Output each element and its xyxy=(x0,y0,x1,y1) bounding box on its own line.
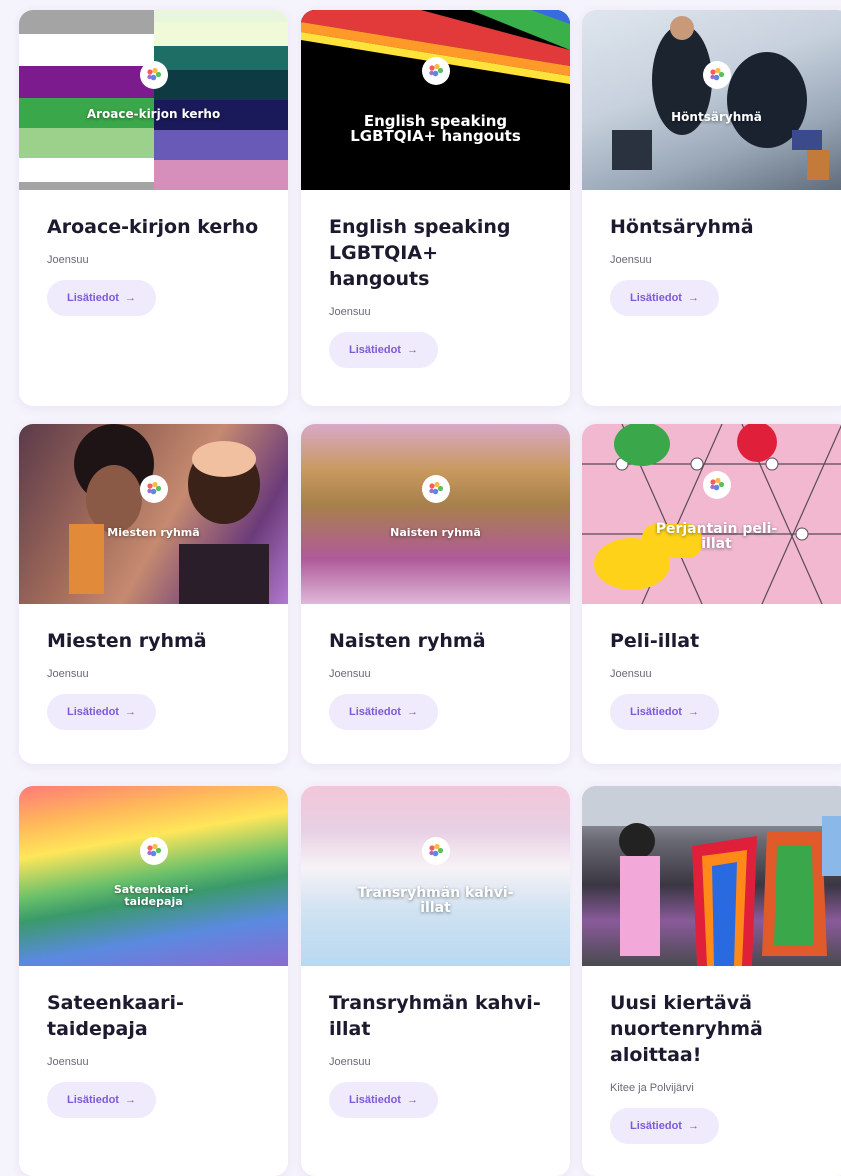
rainbow-hand-logo-icon xyxy=(139,836,168,865)
image-overlay-text: Sateenkaari-taidepaja xyxy=(113,883,194,908)
card-title[interactable]: English speaking LGBTQIA+ hangouts xyxy=(329,214,542,292)
more-info-button[interactable]: Lisätiedot → xyxy=(610,694,719,730)
button-label: Lisätiedot xyxy=(630,1120,682,1132)
image-overlay-text: Transryhmän kahvi-illat xyxy=(357,885,514,916)
card-image: Perjantain peli-illat xyxy=(582,424,841,604)
event-card-naisten[interactable]: Naisten ryhmä Naisten ryhmä Joensuu Lisä… xyxy=(301,424,570,764)
more-info-button[interactable]: Lisätiedot → xyxy=(329,694,438,730)
event-card-english[interactable]: English speaking LGBTQIA+ hangouts Engli… xyxy=(301,10,570,406)
photo-pride-crowd xyxy=(582,786,841,966)
card-title[interactable]: Sateenkaari-taidepaja xyxy=(47,990,260,1042)
card-title[interactable]: Uusi kiertävä nuortenryhmä aloittaa! xyxy=(610,990,823,1068)
card-title[interactable]: Miesten ryhmä xyxy=(47,628,260,654)
button-label: Lisätiedot xyxy=(67,1094,119,1106)
photo-two-men xyxy=(69,424,269,604)
event-card-aroace[interactable]: Aroace-kirjon kerho Aroace-kirjon kerho … xyxy=(19,10,288,406)
card-image: Höntsäryhmä xyxy=(582,10,841,190)
card-title[interactable]: Transryhmän kahvi-illat xyxy=(329,990,542,1042)
rainbow-hand-logo-icon xyxy=(139,60,168,89)
event-card-uusi[interactable]: Uusi kiertävä nuortenryhmä aloittaa! Kit… xyxy=(582,786,841,1176)
card-image xyxy=(582,786,841,966)
card-location: Joensuu xyxy=(329,668,371,680)
card-image: Aroace-kirjon kerho xyxy=(19,10,288,190)
event-card-trans[interactable]: Transryhmän kahvi-illat Transryhmän kahv… xyxy=(301,786,570,1176)
arrow-right-icon: → xyxy=(406,1094,418,1106)
event-card-peli[interactable]: Perjantain peli-illat Peli-illat Joensuu… xyxy=(582,424,841,764)
card-location: Joensuu xyxy=(47,668,89,680)
more-info-button[interactable]: Lisätiedot → xyxy=(47,280,156,316)
image-overlay-text: English speaking LGBTQIA+ hangouts xyxy=(350,112,521,145)
photo-board-game xyxy=(582,424,841,604)
image-overlay-text: Höntsäryhmä xyxy=(671,110,762,124)
card-image: Miesten ryhmä xyxy=(19,424,288,604)
button-label: Lisätiedot xyxy=(630,292,682,304)
arrow-right-icon: → xyxy=(124,706,136,718)
arrow-right-icon: → xyxy=(406,706,418,718)
card-image: Naisten ryhmä xyxy=(301,424,570,604)
more-info-button[interactable]: Lisätiedot → xyxy=(610,1108,719,1144)
card-title[interactable]: Höntsäryhmä xyxy=(610,214,823,240)
button-label: Lisätiedot xyxy=(349,706,401,718)
photo-people-snow xyxy=(612,16,829,180)
rainbow-hand-logo-icon xyxy=(702,60,731,89)
button-label: Lisätiedot xyxy=(67,292,119,304)
arrow-right-icon: → xyxy=(406,344,418,356)
rainbow-hand-logo-icon xyxy=(421,57,450,86)
arrow-right-icon: → xyxy=(687,1120,699,1132)
more-info-button[interactable]: Lisätiedot → xyxy=(329,332,438,368)
arrow-right-icon: → xyxy=(687,706,699,718)
more-info-button[interactable]: Lisätiedot → xyxy=(329,1082,438,1118)
card-image: English speaking LGBTQIA+ hangouts xyxy=(301,10,570,190)
arrow-right-icon: → xyxy=(124,1094,136,1106)
card-image: Transryhmän kahvi-illat xyxy=(301,786,570,966)
arrow-right-icon: → xyxy=(687,292,699,304)
card-title[interactable]: Naisten ryhmä xyxy=(329,628,542,654)
card-title[interactable]: Aroace-kirjon kerho xyxy=(47,214,260,240)
event-card-sateenkaari[interactable]: Sateenkaari-taidepaja Sateenkaari-taidep… xyxy=(19,786,288,1176)
card-location: Joensuu xyxy=(610,668,652,680)
image-overlay-text: Perjantain peli-illat xyxy=(655,521,778,552)
card-location: Joensuu xyxy=(329,1056,371,1068)
card-title[interactable]: Peli-illat xyxy=(610,628,823,654)
rainbow-hand-logo-icon xyxy=(421,474,450,503)
image-overlay-text: Aroace-kirjon kerho xyxy=(86,107,221,121)
card-image: Sateenkaari-taidepaja xyxy=(19,786,288,966)
card-location: Joensuu xyxy=(610,254,652,266)
rainbow-stripes xyxy=(301,10,570,90)
card-location: Joensuu xyxy=(47,1056,89,1068)
button-label: Lisätiedot xyxy=(630,706,682,718)
arrow-right-icon: → xyxy=(124,292,136,304)
image-overlay-text: Miesten ryhmä xyxy=(107,526,200,539)
more-info-button[interactable]: Lisätiedot → xyxy=(47,1082,156,1118)
event-card-miesten[interactable]: Miesten ryhmä Miesten ryhmä Joensuu Lisä… xyxy=(19,424,288,764)
rainbow-hand-logo-icon xyxy=(139,474,168,503)
card-location: Joensuu xyxy=(47,254,89,266)
event-card-hontsa[interactable]: Höntsäryhmä Höntsäryhmä Joensuu Lisätied… xyxy=(582,10,841,406)
rainbow-hand-logo-icon xyxy=(702,471,731,500)
button-label: Lisätiedot xyxy=(349,1094,401,1106)
rainbow-hand-logo-icon xyxy=(421,836,450,865)
more-info-button[interactable]: Lisätiedot → xyxy=(610,280,719,316)
more-info-button[interactable]: Lisätiedot → xyxy=(47,694,156,730)
button-label: Lisätiedot xyxy=(349,344,401,356)
button-label: Lisätiedot xyxy=(67,706,119,718)
card-location: Kitee ja Polvijärvi xyxy=(610,1082,694,1094)
card-location: Joensuu xyxy=(329,306,371,318)
image-overlay-text: Naisten ryhmä xyxy=(390,526,481,539)
